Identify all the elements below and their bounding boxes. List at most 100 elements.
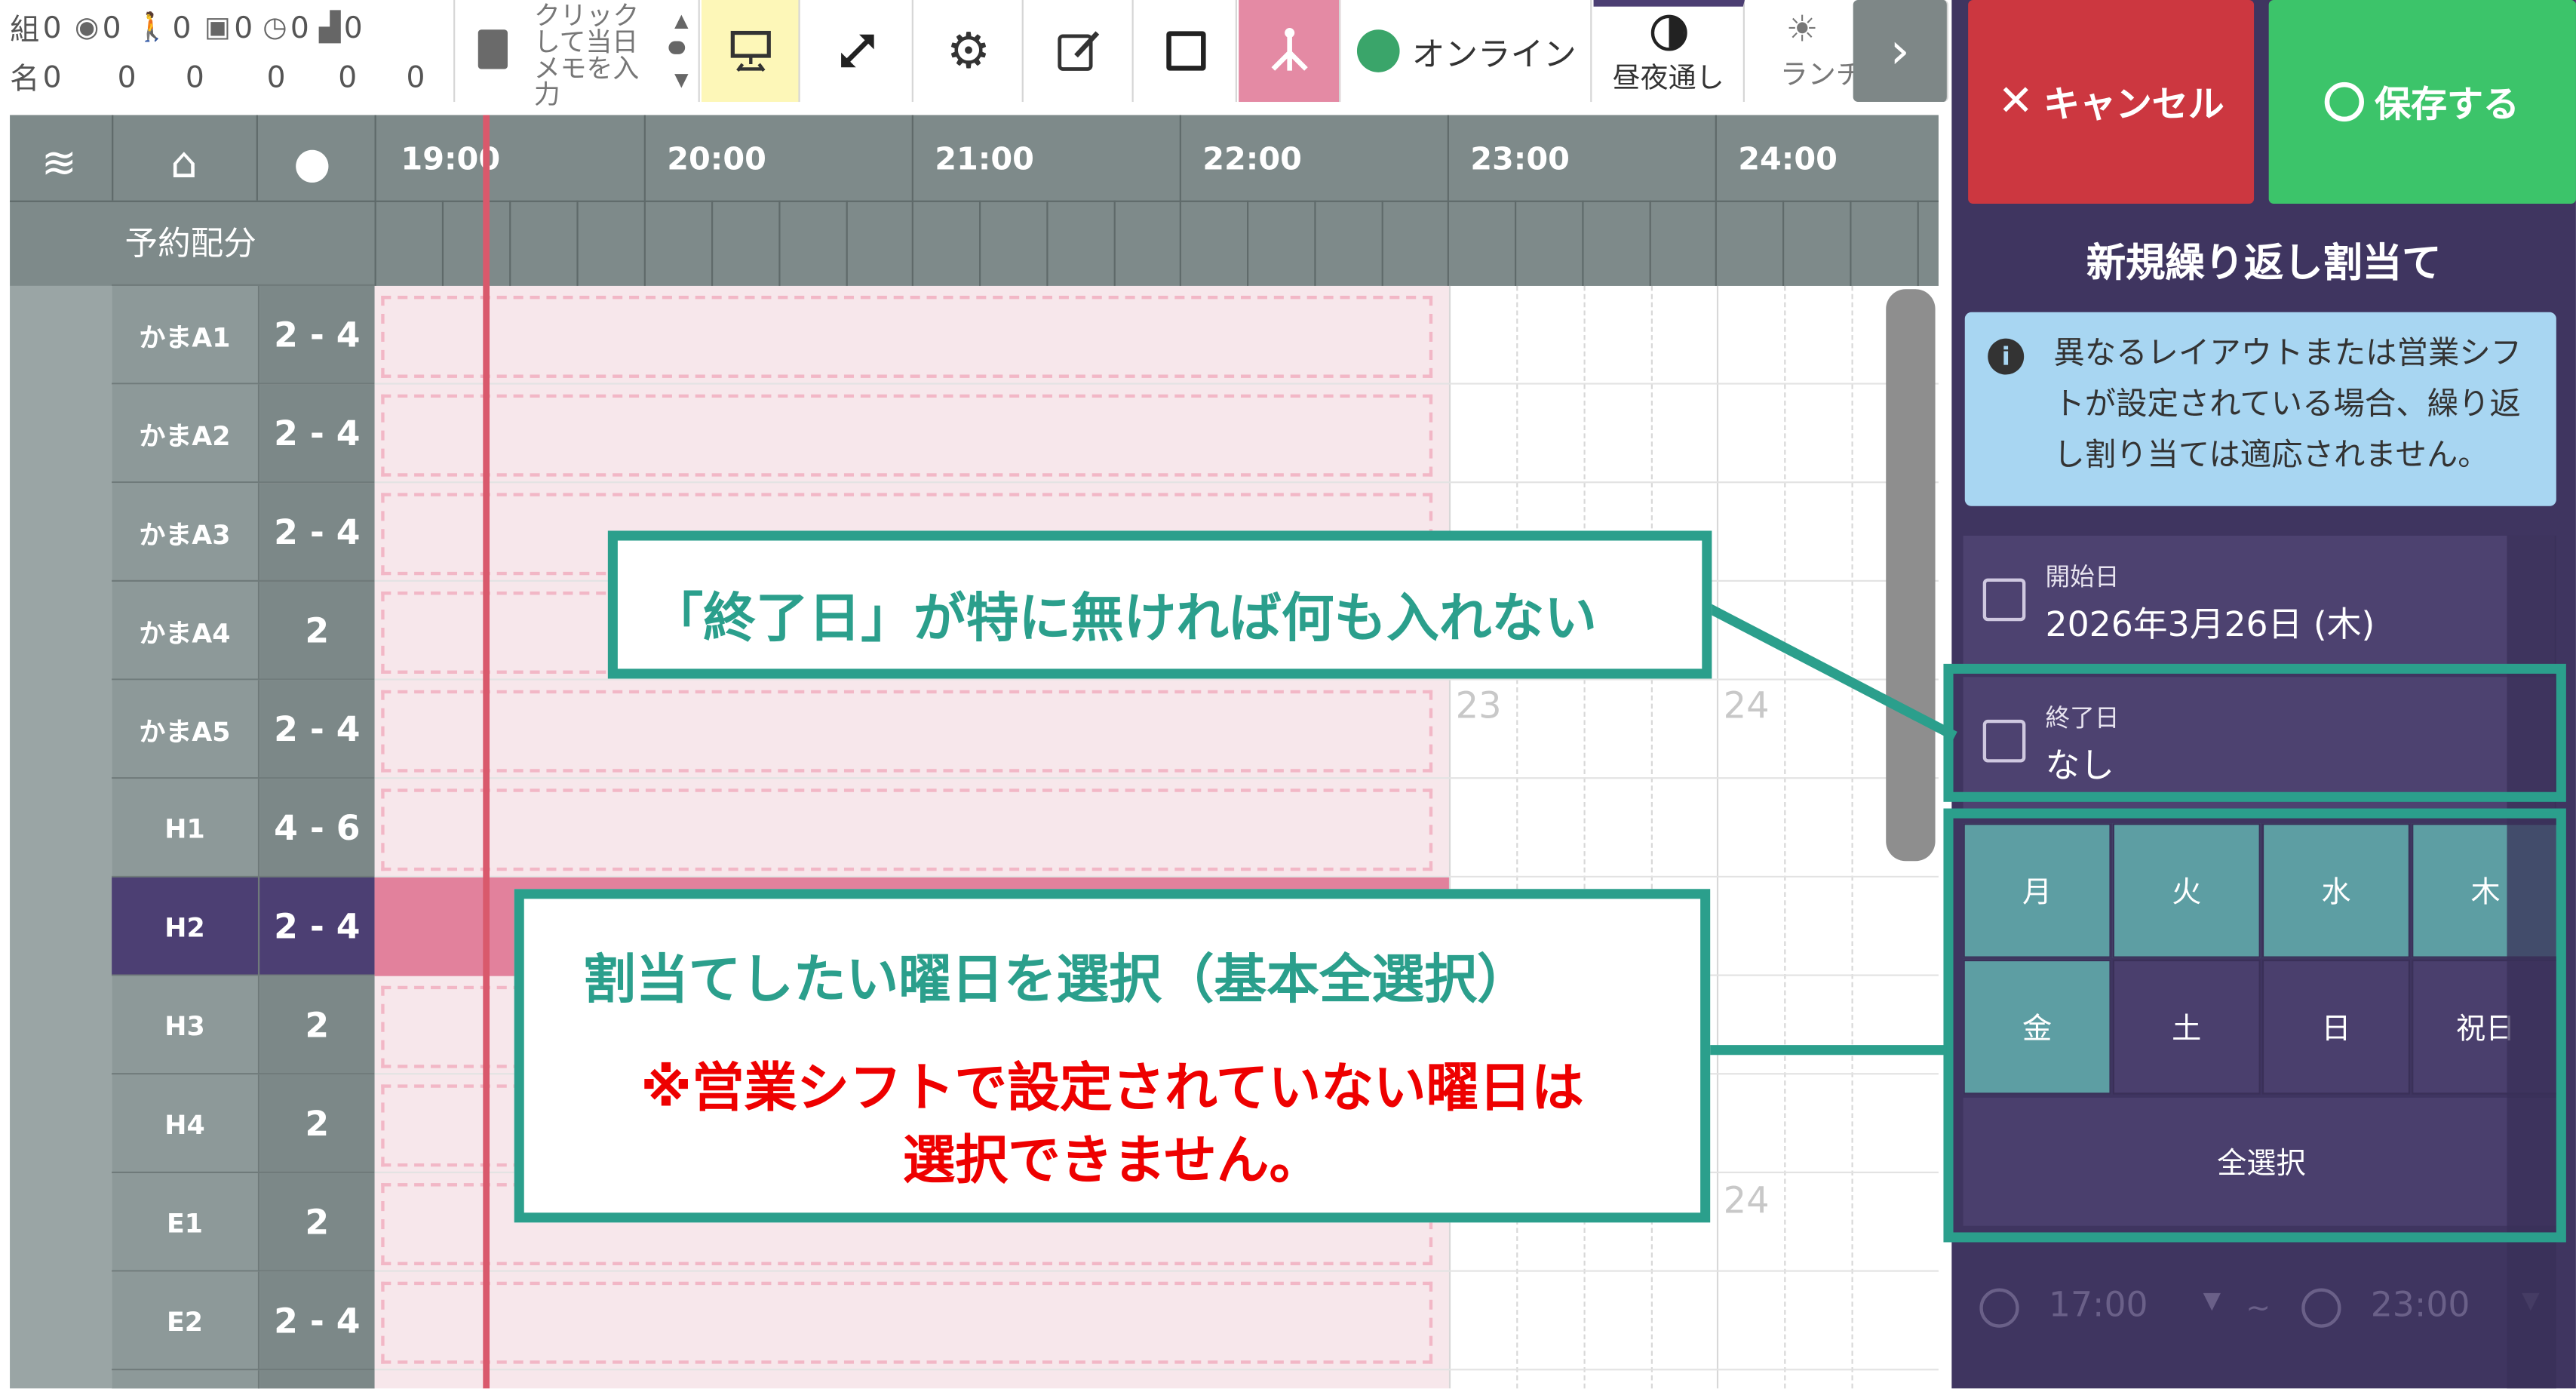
stat-people-label: 名 — [10, 62, 40, 97]
table-row[interactable]: H3 2 — [112, 974, 375, 1075]
table-name: H1 — [112, 779, 260, 877]
table-name: かまA1 — [112, 285, 260, 385]
edit-icon — [1057, 31, 1099, 71]
memo-button[interactable]: クリックして当日メモを入力 ▲ ▼ — [453, 0, 700, 108]
allocation-slot[interactable] — [381, 1281, 1433, 1364]
table-row[interactable]: かまA5 2 - 4 — [112, 678, 375, 779]
expand-icon — [840, 34, 874, 68]
stat-value: 0 — [117, 60, 137, 95]
table-row[interactable]: かまA4 2 — [112, 579, 375, 681]
memo-text: クリックして当日メモを入力 — [533, 0, 640, 110]
branch-button[interactable] — [1239, 0, 1341, 103]
time-label: 22:00 — [1202, 141, 1302, 178]
stat-value: 0 — [343, 11, 363, 45]
toolbar: 組 0 ◉ 0 🚶 0 ▣ 0 ◷ 0 ▟ 0 名 0 0 0 0 0 0 クリ… — [0, 0, 1952, 108]
settings-button[interactable]: ⚙ — [915, 0, 1024, 103]
hour-mark: 24 — [1723, 1181, 1770, 1223]
table-row[interactable]: E1 2 — [112, 1171, 375, 1272]
close-icon: ✕ — [1997, 77, 2034, 127]
stat-value: 0 — [406, 60, 425, 95]
table-capacity: 2 - 4 — [259, 680, 375, 779]
table-capacity: 2 - 4 — [259, 285, 375, 385]
lunch-label: ランチ — [1779, 59, 1859, 92]
table-capacity: 4 - 6 — [259, 779, 375, 877]
allocation-slot[interactable] — [381, 394, 1433, 477]
shift-lunch-tab[interactable]: ☀ ランチ — [1746, 0, 1858, 102]
presentation-icon — [729, 30, 770, 72]
table-row[interactable]: かまA2 2 - 4 — [112, 383, 375, 484]
table-row[interactable]: かまA3 2 - 4 — [112, 481, 375, 582]
end-date-note: 「終了日」が特に無ければ何も入れない — [650, 586, 1597, 650]
panel-title: 新規繰り返し割当て — [2086, 239, 2442, 286]
allocation-slot[interactable] — [381, 788, 1433, 871]
allocation-slot[interactable] — [381, 690, 1433, 773]
layers-icon[interactable]: ≋ — [26, 131, 92, 197]
info-box: i 異なるレイアウトまたは営業シフトが設定されている場合、繰り返し割り当ては適応… — [1964, 312, 2556, 506]
edit-button[interactable] — [1025, 0, 1134, 103]
presentation-view-button[interactable] — [701, 0, 800, 103]
toolbar-next-button[interactable]: › — [1853, 0, 1948, 103]
start-date-field[interactable]: 開始日 2026年3月26日 (木) — [1963, 535, 2555, 668]
time-from[interactable]: 17:00 — [2049, 1285, 2148, 1324]
cancel-button[interactable]: ✕ キャンセル — [1968, 0, 2255, 204]
weekday-callout: 割当てしたい曜日を選択（基本全選択） ※営業シフトで設定されていない曜日は 選択… — [514, 889, 1711, 1223]
area-column — [10, 285, 112, 1389]
person-icon[interactable]: ● — [279, 131, 345, 197]
chevron-right-icon: › — [1890, 22, 1910, 80]
clock-icon — [2301, 1288, 2341, 1328]
online-label: オンライン — [1411, 33, 1577, 73]
expand-button[interactable] — [802, 0, 913, 103]
calendar-icon — [1982, 578, 2026, 622]
memo-dot-icon — [668, 41, 686, 54]
table-row-selected[interactable]: H2 2 - 4 — [112, 875, 375, 976]
weekday-highlight — [1943, 808, 2566, 1243]
start-date-value: 2026年3月26日 (木) — [2045, 604, 2375, 644]
time-label: 21:00 — [935, 141, 1034, 178]
table-row[interactable]: かまA1 2 - 4 — [112, 284, 375, 385]
table-capacity: 2 - 4 — [259, 483, 375, 582]
memo-scroll-up-icon[interactable]: ▲ — [674, 10, 688, 31]
save-button[interactable]: 保存する — [2268, 0, 2576, 204]
square-icon — [1165, 31, 1205, 71]
start-date-label: 開始日 — [2045, 561, 2120, 592]
time-label: 20:00 — [667, 141, 766, 178]
cancel-label: キャンセル — [2043, 85, 2224, 127]
table-capacity: 2 — [259, 1173, 375, 1272]
stat-value: 0 — [42, 60, 62, 95]
app-root: 組 0 ◉ 0 🚶 0 ▣ 0 ◷ 0 ▟ 0 名 0 0 0 0 0 0 クリ… — [0, 0, 2576, 1389]
online-status[interactable]: オンライン — [1342, 0, 1592, 103]
clipboard-icon: ▣ — [204, 11, 231, 45]
stat-value: 0 — [290, 11, 309, 45]
globe-icon: ◉ — [74, 11, 100, 45]
seat-icon: ▟ — [318, 11, 341, 45]
half-circle-icon — [1650, 14, 1687, 51]
select-area-button[interactable] — [1135, 0, 1237, 103]
hour-mark: 23 — [1455, 687, 1502, 728]
end-date-highlight — [1943, 663, 2566, 802]
table-name: H2 — [112, 877, 260, 976]
chevron-down-icon: ▼ — [2203, 1288, 2221, 1315]
time-range: 17:00 ▼ ~ 23:00 ▼ — [1963, 1258, 2560, 1357]
table-row[interactable]: H4 2 — [112, 1073, 375, 1174]
table-icon[interactable]: ⌂ — [151, 131, 216, 197]
table-row[interactable]: E2 2 - 4 — [112, 1270, 375, 1371]
table-name: E1 — [112, 1173, 260, 1272]
gear-icon: ⚙ — [946, 22, 991, 80]
table-row[interactable]: H1 4 - 6 — [112, 777, 375, 877]
branch-icon — [1270, 28, 1307, 71]
table-capacity: 2 — [259, 1074, 375, 1174]
table-row[interactable] — [112, 1369, 375, 1389]
stat-value: 0 — [102, 11, 121, 45]
stat-value: 0 — [234, 11, 253, 45]
timeline-scrollbar[interactable] — [1886, 289, 1936, 862]
memo-scroll-down-icon[interactable]: ▼ — [674, 69, 688, 90]
end-date-callout: 「終了日」が特に無ければ何も入れない — [607, 530, 1712, 679]
clock-icon — [1979, 1288, 2019, 1328]
allocation-slot[interactable] — [381, 296, 1433, 378]
shift-daynight-tab[interactable]: 昼夜通し — [1593, 0, 1745, 103]
stat-groups-label: 組 — [10, 13, 40, 48]
info-text: 異なるレイアウトまたは営業シフトが設定されている場合、繰り返し割り当ては適応され… — [2053, 335, 2522, 474]
time-to[interactable]: 23:00 — [2371, 1285, 2470, 1324]
info-icon: i — [1988, 338, 2025, 375]
table-name: かまA5 — [112, 680, 260, 779]
